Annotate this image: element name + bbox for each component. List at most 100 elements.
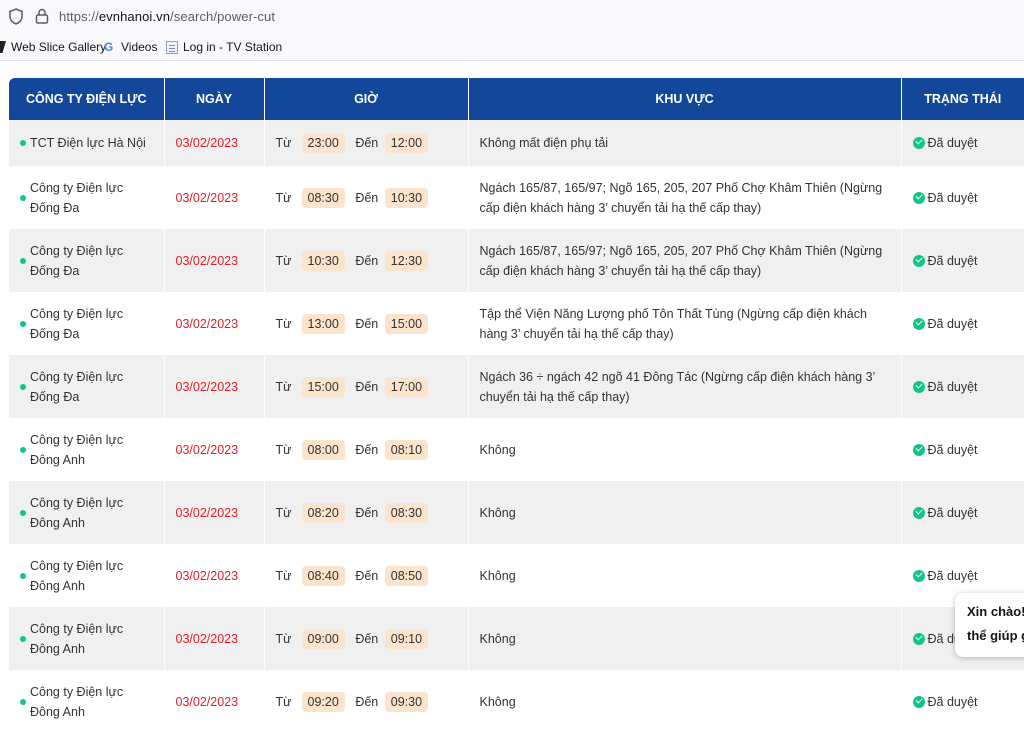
area-text: Không <box>479 694 516 709</box>
from-time: 08:40 <box>301 565 345 586</box>
company-cell: Công ty Điện lực Đống Đa <box>9 355 164 418</box>
lock-icon[interactable] <box>35 8 49 24</box>
time-cell: Từ 08:20 Đến 08:30 <box>263 481 468 544</box>
bookmark-web-slice-gallery[interactable]: Web Slice Gallery <box>0 40 106 54</box>
to-time: 08:50 <box>384 565 429 586</box>
status-cell: Đã duyệt <box>900 670 1024 733</box>
from-time: 15:00 <box>301 376 345 397</box>
time-cell: Từ 10:30 Đến 12:30 <box>263 229 468 292</box>
time-cell: Từ 09:00 Đến 09:10 <box>263 607 468 670</box>
table-row[interactable]: Công ty Điện lực Đông Anh 03/02/2023 Từ 0… <box>9 607 1024 670</box>
date-value: 03/02/2023 <box>175 568 239 583</box>
table-row[interactable]: Công ty Điện lực Đông Anh 03/02/2023 Từ 0… <box>9 544 1024 607</box>
to-time: 10:30 <box>384 187 429 208</box>
google-icon: G <box>104 40 114 54</box>
date-value: 03/02/2023 <box>175 379 239 394</box>
table-row[interactable]: Công ty Điện lực Đống Đa 03/02/2023 Từ 13… <box>9 292 1024 355</box>
to-time: 12:30 <box>384 250 429 271</box>
from-label: Từ <box>275 136 292 150</box>
from-time: 08:20 <box>301 502 345 523</box>
table-row[interactable]: Công ty Điện lực Đống Đa 03/02/2023 Từ 15… <box>9 355 1024 418</box>
company-name: Công ty Điện lực Đống Đa <box>20 304 153 344</box>
shield-icon[interactable] <box>8 8 24 25</box>
table-row[interactable]: Công ty Điện lực Đống Đa 03/02/2023 Từ 08… <box>9 166 1024 229</box>
table-row[interactable]: Công ty Điện lực Đông Anh 03/02/2023 Từ 0… <box>9 481 1024 544</box>
from-time: 13:00 <box>301 313 345 334</box>
table-row[interactable]: TCT Điện lực Hà Nội 03/02/2023 Từ 23:00 Đế… <box>9 120 1024 166</box>
url-scheme: https:// <box>59 9 99 24</box>
date-value: 03/02/2023 <box>175 253 239 268</box>
status-dot-icon <box>20 698 26 705</box>
check-circle-icon <box>912 443 925 456</box>
to-label: Đến <box>355 568 379 583</box>
company-label: TCT Điện lực Hà Nội <box>30 136 146 150</box>
company-cell: Công ty Điện lực Đống Đa <box>9 292 164 355</box>
status-dot-icon <box>20 320 26 327</box>
date-cell: 03/02/2023 <box>163 292 264 355</box>
from-label: Từ <box>275 568 292 583</box>
status-label: Đã duyệt <box>927 568 978 583</box>
from-label: Từ <box>275 442 292 457</box>
date-value: 03/02/2023 <box>175 631 239 646</box>
page-content: CÔNG TY ĐIỆN LỰC NGÀY GIỜ KHU VỰC TRẠNG … <box>0 61 1024 733</box>
url-text[interactable]: https://evnhanoi.vn/search/power-cut <box>59 9 275 24</box>
status-badge: Đã duyệt <box>912 190 1014 205</box>
area-cell: Không <box>467 544 901 607</box>
status-label: Đã duyệt <box>927 190 978 205</box>
area-cell: Không <box>467 670 901 733</box>
company-cell: Công ty Điện lực Đông Anh <box>9 607 164 670</box>
date-cell: 03/02/2023 <box>163 544 264 607</box>
to-label: Đến <box>355 694 379 709</box>
company-name: Công ty Điện lực Đống Đa <box>20 241 153 281</box>
status-label: Đã duyệt <box>927 316 978 331</box>
status-label: Đã duyệt <box>927 253 978 268</box>
area-cell: Ngách 165/87, 165/97; Ngõ 165, 205, 207 … <box>467 166 901 229</box>
bookmark-label: Web Slice Gallery <box>11 40 107 54</box>
area-cell: Không mất điện phụ tải <box>467 120 901 166</box>
chat-prompt: thể giúp g <box>967 628 1024 643</box>
from-time: 09:20 <box>301 691 345 712</box>
address-bar[interactable]: https://evnhanoi.vn/search/power-cut <box>0 0 1024 33</box>
area-cell: Tập thể Viện Năng Lượng phố Tôn Thất Tùn… <box>467 292 901 355</box>
to-time: 09:30 <box>384 691 429 712</box>
status-label: Đã duyệt <box>927 442 978 457</box>
from-time: 10:30 <box>301 250 345 271</box>
area-text: Ngách 36 ÷ ngách 42 ngõ 41 Đông Tác (Ngừ… <box>479 369 875 404</box>
from-label: Từ <box>275 316 292 331</box>
time-cell: Từ 08:40 Đến 08:50 <box>263 544 468 607</box>
url-host: evnhanoi.vn <box>98 9 171 24</box>
company-label: Công ty Điện lực Đống Đa <box>30 180 124 215</box>
company-name: Công ty Điện lực Đông Anh <box>20 619 153 659</box>
company-name: Công ty Điện lực Đông Anh <box>20 430 153 470</box>
date-cell: 03/02/2023 <box>163 607 264 670</box>
table-row[interactable]: Công ty Điện lực Đông Anh 03/02/2023 Từ 0… <box>9 670 1024 733</box>
to-time: 08:30 <box>384 502 429 523</box>
table-row[interactable]: Công ty Điện lực Đống Đa 03/02/2023 Từ 10… <box>9 229 1024 292</box>
area-text: Không <box>479 442 516 457</box>
status-cell: Đã duyệt <box>900 120 1024 166</box>
bookmark-tv-station[interactable]: Log in - TV Station <box>166 40 282 54</box>
date-value: 03/02/2023 <box>175 190 239 205</box>
to-label: Đến <box>355 379 379 394</box>
header-company: CÔNG TY ĐIỆN LỰC <box>9 78 164 120</box>
from-label: Từ <box>275 631 292 646</box>
chat-widget[interactable]: Xin chào! thể giúp g <box>955 593 1024 657</box>
company-label: Công ty Điện lực Đông Anh <box>30 432 124 467</box>
company-label: Công ty Điện lực Đông Anh <box>30 558 124 593</box>
table-row[interactable]: Công ty Điện lực Đông Anh 03/02/2023 Từ 0… <box>9 418 1024 481</box>
time-cell: Từ 15:00 Đến 17:00 <box>263 355 468 418</box>
date-cell: 03/02/2023 <box>163 481 264 544</box>
chat-greeting: Xin chào! <box>967 604 1024 619</box>
company-name: Công ty Điện lực Đông Anh <box>20 493 153 533</box>
bookmark-videos[interactable]: G Videos <box>104 40 157 54</box>
from-label: Từ <box>275 190 292 205</box>
to-time: 09:10 <box>384 628 429 649</box>
company-cell: Công ty Điện lực Đống Đa <box>9 229 164 292</box>
status-dot-icon <box>20 572 26 579</box>
status-cell: Đã duyệt <box>900 481 1024 544</box>
bookmarks-bar: Web Slice Gallery G Videos Log in - TV S… <box>0 33 1024 61</box>
area-text: Ngách 165/87, 165/97; Ngõ 165, 205, 207 … <box>479 180 883 215</box>
bookmark-label: Log in - TV Station <box>183 40 283 54</box>
from-time: 08:00 <box>301 439 345 460</box>
area-cell: Không <box>467 481 901 544</box>
